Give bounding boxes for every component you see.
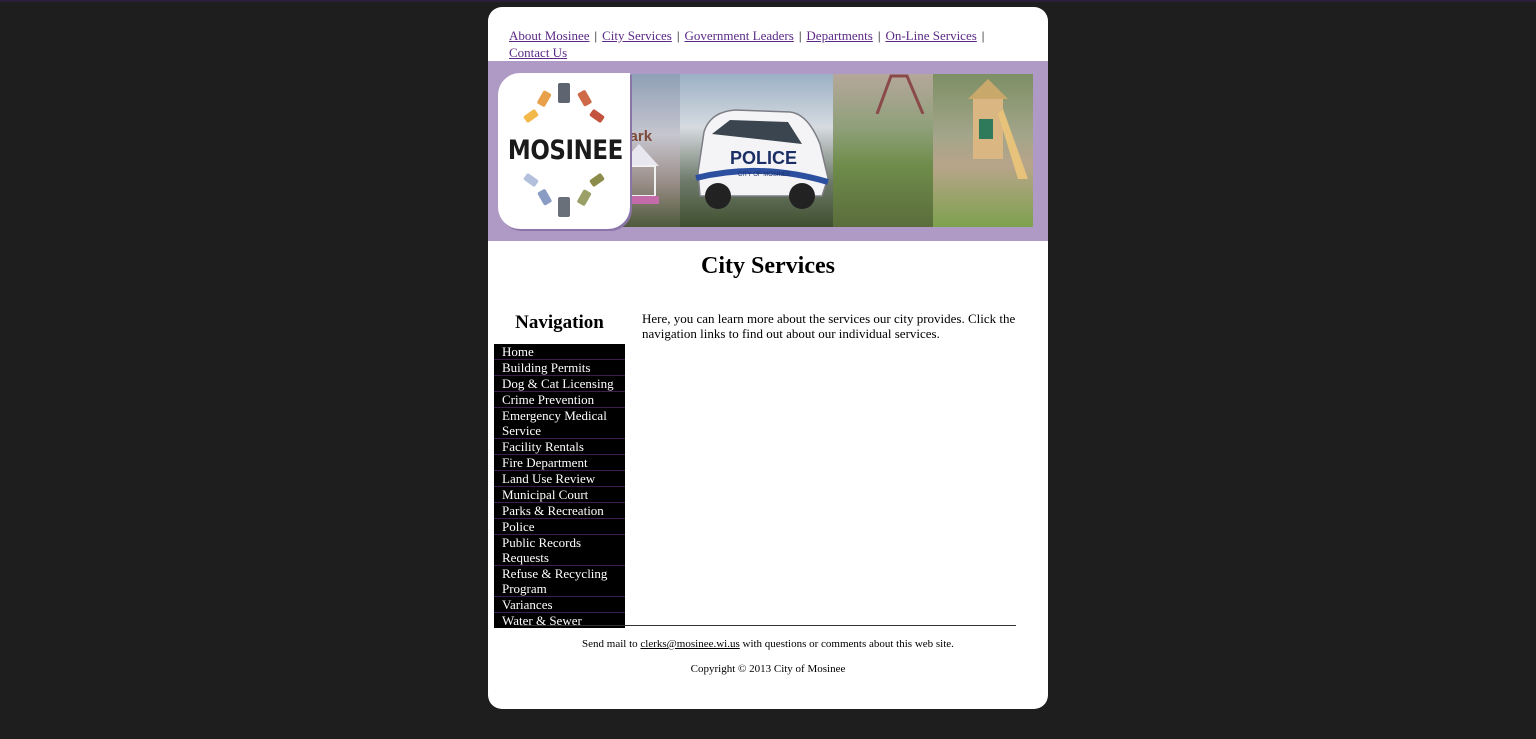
side-nav-variances[interactable]: Variances	[494, 597, 625, 613]
side-nav-parks-recreation[interactable]: Parks & Recreation	[494, 503, 625, 519]
top-navigation: About Mosinee | City Services | Government L…	[509, 28, 985, 60]
page-title: City Services	[701, 253, 835, 279]
intro-text: Here, you can learn more about the servi…	[642, 311, 1016, 341]
footer-contact: Send mail to clerks@mosinee.wi.us with q…	[582, 638, 954, 650]
side-nav-land-use-review[interactable]: Land Use Review	[494, 471, 625, 487]
side-nav-heading: Navigation	[515, 312, 604, 333]
top-nav-departments[interactable]: Departments	[806, 28, 872, 43]
banner-photo-collage: sins Park POLICE CITY OF MOSINEE	[605, 74, 1033, 227]
logo-wordmark: MOSINEE	[507, 135, 623, 166]
footer-divider	[520, 625, 1016, 626]
page-container: About Mosinee | City Services | Government L…	[488, 7, 1048, 709]
side-nav-municipal-court[interactable]: Municipal Court	[494, 487, 625, 503]
top-nav-online-services[interactable]: On-Line Services	[885, 28, 976, 43]
top-nav-city-services[interactable]: City Services	[602, 28, 672, 43]
footer-email-link[interactable]: clerks@mosinee.wi.us	[640, 638, 739, 650]
swingset-icon	[875, 74, 925, 114]
side-nav-refuse-recycling[interactable]: Refuse & Recycling Program	[494, 566, 625, 597]
svg-text:CITY OF MOSINEE: CITY OF MOSINEE	[738, 172, 791, 178]
side-nav-police[interactable]: Police	[494, 519, 625, 535]
side-nav-public-records-requests[interactable]: Public Records Requests	[494, 535, 625, 566]
city-logo: MOSINEE	[498, 73, 630, 229]
top-nav-contact-us[interactable]: Contact Us	[509, 45, 567, 60]
svg-text:POLICE: POLICE	[730, 148, 797, 168]
header-banner: sins Park POLICE CITY OF MOSINEE	[488, 61, 1048, 241]
top-nav-about[interactable]: About Mosinee	[509, 28, 590, 43]
side-nav-home[interactable]: Home	[494, 344, 625, 360]
side-nav-fire-department[interactable]: Fire Department	[494, 455, 625, 471]
side-nav-facility-rentals[interactable]: Facility Rentals	[494, 439, 625, 455]
side-nav-dog-cat-licensing[interactable]: Dog & Cat Licensing	[494, 376, 625, 392]
park-pond-photo	[833, 74, 933, 227]
side-navigation: Home Building Permits Dog & Cat Licensin…	[494, 344, 625, 628]
side-nav-emergency-medical-service[interactable]: Emergency Medical Service	[494, 408, 625, 439]
police-car-icon: POLICE CITY OF MOSINEE	[695, 109, 829, 209]
side-nav-crime-prevention[interactable]: Crime Prevention	[494, 392, 625, 408]
top-nav-government-leaders[interactable]: Government Leaders	[684, 28, 793, 43]
playground-icon	[968, 79, 1028, 179]
side-nav-building-permits[interactable]: Building Permits	[494, 360, 625, 376]
playground-photo	[933, 74, 1033, 227]
footer-copyright: Copyright © 2013 City of Mosinee	[690, 663, 846, 675]
police-car-photo: POLICE CITY OF MOSINEE	[680, 74, 833, 227]
